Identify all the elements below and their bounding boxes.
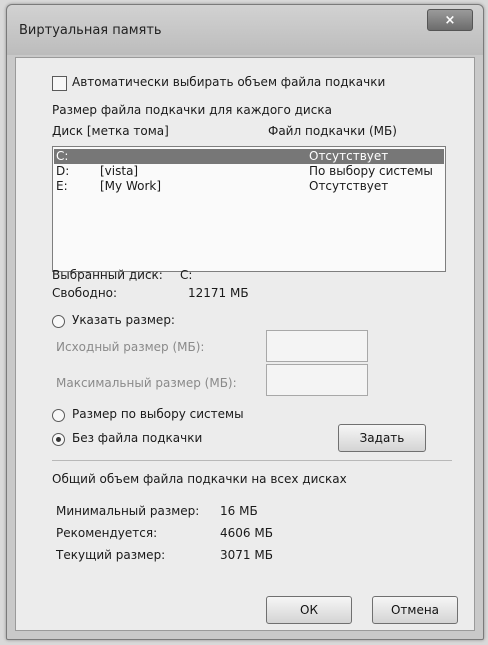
title-bar[interactable]: Виртуальная память × <box>7 5 483 55</box>
auto-manage-label[interactable]: Автоматически выбирать объем файла подка… <box>72 75 385 89</box>
drive-row-d[interactable]: D: [vista] По выбору системы <box>54 164 444 179</box>
drive-pagefile-value: Отсутствует <box>309 149 389 163</box>
system-managed-radio[interactable] <box>52 409 65 422</box>
virtual-memory-dialog: Виртуальная память × Автоматически выбир… <box>6 4 484 640</box>
cancel-button[interactable]: Отмена <box>372 596 458 624</box>
no-paging-file-radio[interactable] <box>52 433 65 446</box>
drive-volume-label: [My Work] <box>100 179 162 193</box>
recommended-label: Рекомендуется: <box>56 526 158 540</box>
drive-letter: C: <box>56 149 69 163</box>
close-button[interactable]: × <box>427 9 473 31</box>
min-size-label: Минимальный размер: <box>56 504 200 518</box>
dialog-title: Виртуальная память <box>19 23 162 38</box>
column-header-disk: Диск [метка тома] <box>52 124 169 138</box>
close-icon: × <box>444 12 456 28</box>
drive-pagefile-value: Отсутствует <box>309 179 389 193</box>
custom-size-label[interactable]: Указать размер: <box>72 313 175 327</box>
initial-size-label: Исходный размер (МБ): <box>56 340 205 354</box>
no-paging-file-label[interactable]: Без файла подкачки <box>72 431 202 445</box>
selected-disk-value: C: <box>180 268 193 282</box>
current-size-value: 3071 МБ <box>220 548 273 562</box>
free-space-value: 12171 МБ <box>188 286 249 300</box>
drive-volume-label: [vista] <box>100 164 139 178</box>
max-size-input[interactable] <box>266 364 368 396</box>
dialog-content: Автоматически выбирать объем файла подка… <box>15 57 475 631</box>
free-space-label: Свободно: <box>52 286 118 300</box>
selected-disk-label: Выбранный диск: <box>52 268 163 282</box>
drive-letter: E: <box>56 179 68 193</box>
ok-button[interactable]: ОК <box>266 596 352 624</box>
drive-row-c[interactable]: C: Отсутствует <box>54 149 444 164</box>
column-header-pagefile: Файл подкачки (МБ) <box>268 124 397 138</box>
recommended-value: 4606 МБ <box>220 526 273 540</box>
initial-size-input[interactable] <box>266 330 368 362</box>
system-managed-label[interactable]: Размер по выбору системы <box>72 407 244 421</box>
drives-heading: Размер файла подкачки для каждого диска <box>52 103 332 117</box>
drive-row-e[interactable]: E: [My Work] Отсутствует <box>54 179 444 194</box>
drives-list[interactable]: C: Отсутствует D: [vista] По выбору сист… <box>52 146 446 272</box>
max-size-label: Максимальный размер (МБ): <box>56 376 237 390</box>
auto-manage-checkbox[interactable] <box>52 76 67 91</box>
section-divider <box>52 460 452 461</box>
custom-size-radio[interactable] <box>52 315 65 328</box>
min-size-value: 16 МБ <box>220 504 258 518</box>
set-button[interactable]: Задать <box>338 424 426 452</box>
current-size-label: Текущий размер: <box>56 548 166 562</box>
totals-heading: Общий объем файла подкачки на всех диска… <box>52 472 347 486</box>
drive-pagefile-value: По выбору системы <box>309 164 433 178</box>
drive-letter: D: <box>56 164 70 178</box>
